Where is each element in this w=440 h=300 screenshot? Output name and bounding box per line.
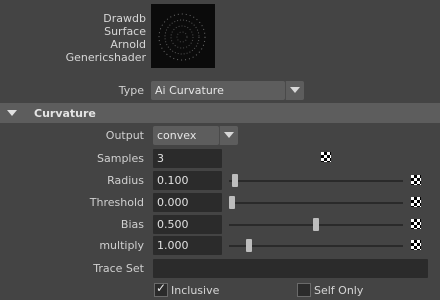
material-preview-swatch[interactable] bbox=[151, 4, 215, 68]
slider-handle[interactable] bbox=[246, 239, 252, 252]
samples-label: Samples bbox=[97, 152, 144, 165]
map-button-icon[interactable] bbox=[411, 197, 421, 207]
slider-handle[interactable] bbox=[232, 174, 238, 187]
swatch-line: Genericshader bbox=[65, 51, 146, 64]
slider-value-field[interactable]: 1.000 bbox=[153, 236, 222, 255]
slider-value: 0.000 bbox=[157, 196, 189, 209]
slider-value-field[interactable]: 0.100 bbox=[153, 171, 222, 190]
slider-track[interactable] bbox=[229, 245, 403, 247]
type-label: Type bbox=[118, 84, 144, 97]
swatch-line: Arnold bbox=[110, 38, 146, 51]
slider-label: Bias bbox=[120, 218, 144, 231]
self-only-label: Self Only bbox=[314, 284, 364, 297]
type-value: Ai Curvature bbox=[155, 84, 224, 97]
slider-handle[interactable] bbox=[313, 218, 319, 231]
inclusive-label: Inclusive bbox=[171, 284, 220, 297]
chevron-down-icon[interactable] bbox=[219, 126, 238, 145]
map-button-icon[interactable] bbox=[411, 175, 421, 185]
trace-set-label: Trace Set bbox=[93, 262, 144, 275]
slider-label: multiply bbox=[99, 239, 144, 252]
slider-value-field[interactable]: 0.000 bbox=[153, 193, 222, 212]
sphere-preview-icon bbox=[158, 13, 206, 61]
samples-value: 3 bbox=[157, 152, 164, 165]
check-icon: ✓ bbox=[156, 281, 167, 295]
slider-track[interactable] bbox=[229, 180, 403, 182]
type-dropdown[interactable]: Ai Curvature bbox=[151, 81, 285, 100]
swatch-line: Drawdb bbox=[103, 12, 146, 25]
self-only-checkbox[interactable] bbox=[297, 283, 311, 297]
slider-label: Threshold bbox=[89, 196, 144, 209]
output-value: convex bbox=[157, 129, 197, 142]
map-button-icon[interactable] bbox=[321, 152, 331, 162]
output-label: Output bbox=[105, 129, 144, 142]
slider-value-field[interactable]: 0.500 bbox=[153, 215, 222, 234]
chevron-down-icon[interactable] bbox=[285, 81, 304, 100]
slider-value: 0.100 bbox=[157, 174, 189, 187]
slider-label: Radius bbox=[107, 174, 144, 187]
slider-track[interactable] bbox=[229, 202, 403, 204]
inclusive-checkbox[interactable]: ✓ bbox=[154, 281, 168, 297]
samples-field[interactable]: 3 bbox=[153, 149, 222, 168]
map-button-icon[interactable] bbox=[411, 240, 421, 250]
output-dropdown[interactable]: convex bbox=[153, 126, 219, 145]
slider-value: 1.000 bbox=[157, 239, 189, 252]
swatch-line: Surface bbox=[104, 25, 146, 38]
collapse-triangle-icon[interactable] bbox=[7, 110, 17, 116]
slider-value: 0.500 bbox=[157, 218, 189, 231]
swatch-labels: Drawdb Surface Arnold Genericshader bbox=[40, 12, 146, 64]
slider-handle[interactable] bbox=[229, 196, 235, 209]
map-button-icon[interactable] bbox=[411, 219, 421, 229]
section-title: Curvature bbox=[34, 107, 96, 120]
trace-set-field[interactable] bbox=[153, 259, 428, 278]
curvature-section-header[interactable]: Curvature bbox=[0, 103, 440, 123]
